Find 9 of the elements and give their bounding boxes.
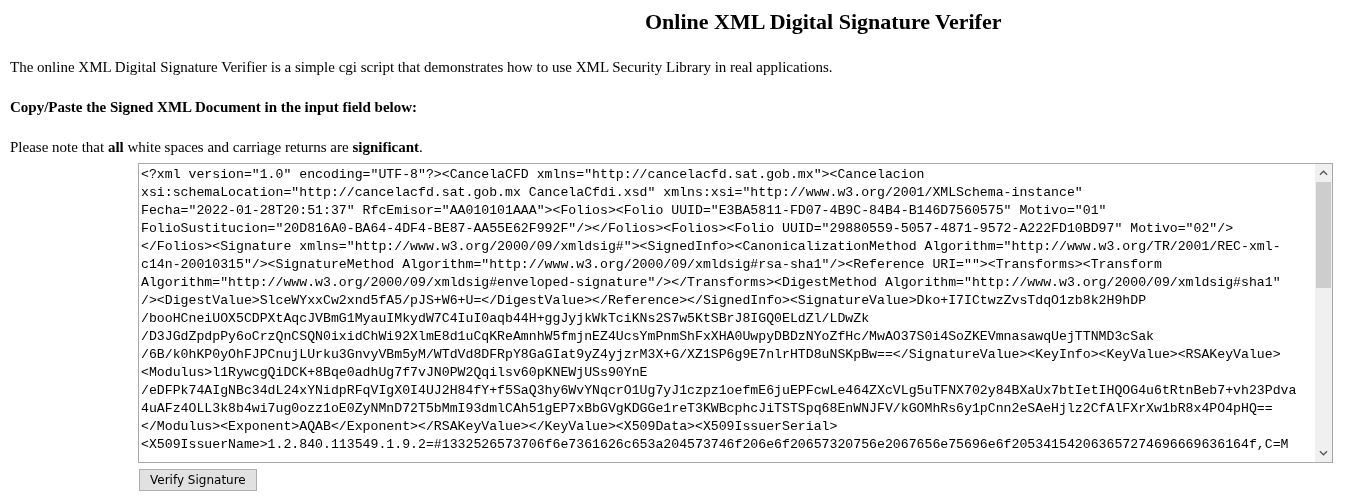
page-title: Online XML Digital Signature Verifer — [645, 8, 1002, 36]
scrollbar[interactable] — [1315, 164, 1332, 462]
note-text: Please note that all white spaces and carriage returns are significant. — [10, 138, 423, 156]
intro-text: The online XML Digital Signature Verifier is a simple cgi script that demonstrates how to use XML Security Library in real applications. — [10, 58, 833, 76]
instruction-text: Copy/Paste the Signed XML Document in the input field below: — [10, 98, 418, 116]
scroll-up-icon[interactable] — [1319, 170, 1328, 176]
field-value: <?xml version="1.0" encoding="UTF-8"?><CancelaCFD xmlns="http://cancelacfd.sat.gob.mx"><Cancelacion xsi:schemaLocation="http://cancelacfd.sat.gob.mx CancelaCfdi.xsd" xmlns:xsi="http://www.w3.org/2001/XMLSchema-instance" Fecha="2022-01-28T20:51:37" RfcEmisor="AA010101AAA"><Folios><Folio UUID="E3BA5811-FD07-4B9C-84B4-B146D7560575" Motivo="01" FolioSustitucion="20D816A0-BA64-4DF4-BE87-AA55E62F992F"/></Folios><Folios><Folio UUID="29880559-5057-4871-9572-A222FD10BD97" Motivo="02"/> </Folios><Signature xmlns="http://www.w3.org/2000/09/xmldsig#"><SignedInfo><CanonicalizationMethod Algorithm="http://www.w3.org/TR/2001/REC-xml- c14n-20010315"/><SignatureMethod Algorithm="http://www.w3.org/2000/09/xmldsig#rsa-sha1"/><Reference URI=""><Transforms><Transform Algorithm="http://www.w3.org/2000/09/xmldsig#enveloped-signature"/></Transforms><DigestMethod Algorithm="http://www.w3.org/2000/09/xmldsig#sha1" /><DigestValue>SlceWYxxCw2xnd5fA5/pJS+W6+U=</DigestValue></Reference></SignedInfo><SignatureValue>Dko+I7ICtwzZvsTdqO1zb8k2H9hDP /booHCneiUOX5CDPXtAqcJVBmG1MyauIMkydW7C4IuI0aqb44H+ggJyjkWkTciKNs2S7w5KtSBrJ8IGQ0ELdZl/LDwZk /D3JGdZpdpPy6oCrzQnCSQN0ixidChWi92XlmE8d1uCqKReAmnhW5fmjnEZ4UcsYmPnmShFxXHA0UwpyDBDzNYoZfHc/MwAO37S0i4SoZKEVmnasawqUejTTNMD3cSak /6B/k0hKP0yOhFJPCnujLUrku3GnvyVBm5yM/WTdVd8DFRpY8GaGIat9yZ4yjzrM3X+G/XZ1SP6g9E7nlrHTD8uNSKpBw==</SignatureValue><KeyInfo><KeyValue><RSAKeyValue> <Modulus>l1RywcgQiDCK+8Bqe0adhUg7f7vJN0PW2Qqilsv60pKNEWjUSs90YnE /eDFPk74AIgNBc34dL24xYNidpRFqVIgX0I4UJ2H84fY+f5SaQ3hy6WvYNqcrO1Ug7yJ1czpz1oefmE6juEPFcwLe464ZXcVLg5uTFNX702y84BXaUx7btIetIHQOG4u6tRtnBeb7+vh23Pdva 4uAFz4OLL3k8b4wi7ug0ozz1oE0ZyNMnD72T5bMmI93dmlCAh51gEP7xBbGVgKDGGe1reT3KWBcphcJiTSTSpq68EnWNJFV/kGOMhRs6y1pCnn2eSAeHjlz2CfAlFXrXw1bR8x4PO4pHQ== </Modulus><Exponent>AQAB</Exponent></RSAKeyValue></KeyValue><X509Data><X509IssuerSerial> <X509IssuerName>1.2.840.113549.1.9.2=#1332526573706f6e7361626c653a204573746f206e6f20657320756e2067656e75696e6f205341542063657274696669636164f,C=M — [140, 166, 1298, 454]
scroll-down-icon[interactable] — [1319, 450, 1328, 456]
verify-signature-button[interactable]: Verify Signature — [139, 469, 257, 491]
